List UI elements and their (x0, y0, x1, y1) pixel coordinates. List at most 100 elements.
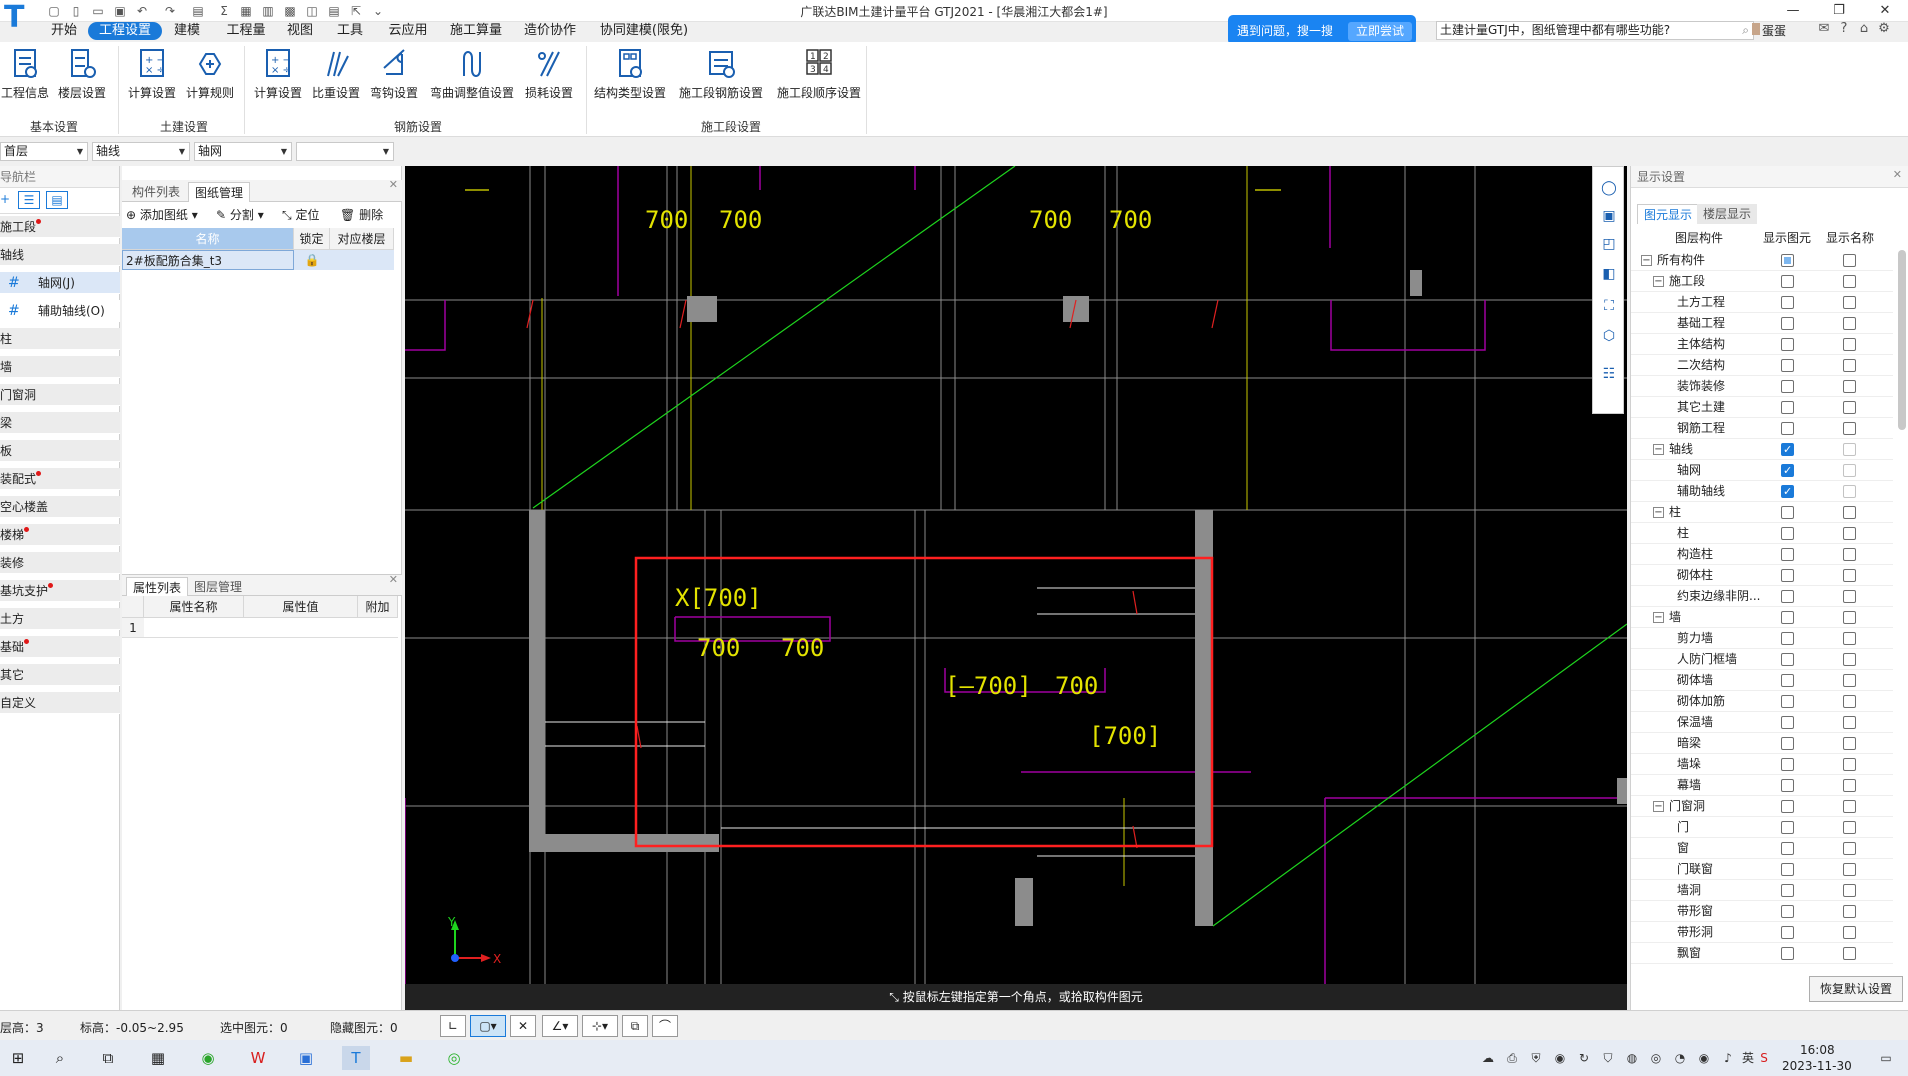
shield-icon[interactable]: ⛨ (1528, 1050, 1544, 1066)
show-element-checkbox[interactable] (1781, 317, 1794, 330)
tab-cost-collab[interactable]: 造价协作 (520, 22, 580, 40)
user-name[interactable]: 蛋蛋 (1762, 22, 1786, 39)
show-name-checkbox[interactable] (1843, 821, 1856, 834)
show-element-checkbox[interactable] (1781, 359, 1794, 372)
nav-item[interactable]: 自定义 (0, 692, 120, 714)
show-element-checkbox[interactable] (1781, 842, 1794, 855)
show-name-checkbox[interactable] (1843, 779, 1856, 792)
tab-tools[interactable]: 工具 (334, 22, 366, 40)
show-name-checkbox[interactable] (1843, 611, 1856, 624)
network-icon[interactable]: ◔ (1672, 1050, 1688, 1066)
cloud-icon[interactable]: ☁ (1480, 1050, 1496, 1066)
col-floor[interactable]: 对应楼层 (330, 228, 394, 250)
show-element-checkbox[interactable] (1781, 947, 1794, 960)
nav-item[interactable]: 梁 (0, 412, 120, 434)
perspective-icon[interactable]: ◧ (1599, 263, 1619, 285)
col-name[interactable]: 名称 (122, 228, 294, 250)
show-element-checkbox[interactable] (1781, 506, 1794, 519)
civil-calc-settings-button[interactable]: + − × ÷ 计算设置 (126, 42, 178, 104)
tree-row[interactable]: 剪力墙 (1631, 628, 1893, 649)
nav-item[interactable]: 墙 (0, 356, 120, 378)
show-name-checkbox[interactable] (1843, 527, 1856, 540)
nav-item[interactable]: 土方 (0, 608, 120, 630)
show-name-checkbox[interactable] (1843, 884, 1856, 897)
show-name-checkbox[interactable] (1843, 401, 1856, 414)
project-info-button[interactable]: 工程信息 (0, 42, 50, 104)
display-settings-icon[interactable]: ☷ (1599, 363, 1619, 385)
3d-view-icon[interactable]: ⬡ (1599, 325, 1619, 347)
close-icon[interactable]: ✕ (1893, 168, 1902, 181)
select-mode-icon[interactable]: ▢▾ (470, 1015, 506, 1037)
show-element-checkbox[interactable] (1781, 863, 1794, 876)
search-icon[interactable]: ⌕ (1742, 22, 1749, 39)
clock-time[interactable]: 16:08 (1800, 1043, 1835, 1057)
loss-settings-button[interactable]: 损耗设置 (524, 42, 574, 104)
tree-row[interactable]: 柱 (1631, 523, 1893, 544)
wechat-icon[interactable]: ◎ (440, 1046, 468, 1070)
cross-select-icon[interactable]: ✕ (510, 1015, 536, 1037)
show-element-checkbox[interactable] (1781, 884, 1794, 897)
tree-row[interactable]: 约束边缘非阴... (1631, 586, 1893, 607)
structure-type-button[interactable]: 结构类型设置 (592, 42, 668, 104)
split-button[interactable]: ✎ 分割 ▾ (216, 204, 264, 226)
show-name-checkbox[interactable] (1843, 485, 1856, 498)
show-element-checkbox[interactable] (1781, 821, 1794, 834)
show-name-checkbox[interactable] (1843, 737, 1856, 750)
collapse-icon[interactable]: − (1653, 444, 1664, 455)
nav-item[interactable]: 轴线 (0, 244, 120, 266)
bend-adjust-button[interactable]: 弯曲调整值设置 (426, 42, 518, 104)
nav-item[interactable]: 柱 (0, 328, 120, 350)
list-view-icon[interactable]: ☰ (18, 191, 40, 209)
tab-project-settings[interactable]: 工程设置 (88, 22, 162, 40)
tab-property-list[interactable]: 属性列表 (126, 577, 189, 597)
weight-settings-button[interactable]: 比重设置 (310, 42, 362, 104)
show-name-checkbox[interactable] (1843, 296, 1856, 309)
tree-row[interactable]: 其它土建 (1631, 397, 1893, 418)
tab-start[interactable]: 开始 (46, 22, 82, 40)
tree-row[interactable]: 人防门框墙 (1631, 649, 1893, 670)
tree-row[interactable]: 二次结构 (1631, 355, 1893, 376)
restore-defaults-button[interactable]: 恢复默认设置 (1809, 976, 1903, 1002)
plus-icon[interactable]: + (0, 192, 10, 206)
2d-3d-toggle-icon[interactable]: ▣ (1599, 205, 1619, 227)
tree-row[interactable]: 保温墙 (1631, 712, 1893, 733)
search-icon[interactable]: ⌕ (46, 1046, 74, 1070)
show-name-checkbox[interactable] (1843, 422, 1856, 435)
browser-icon[interactable]: ◉ (194, 1046, 222, 1070)
fit-view-icon[interactable]: ⛶ (1599, 295, 1619, 317)
show-element-checkbox[interactable] (1781, 422, 1794, 435)
show-element-checkbox[interactable] (1781, 695, 1794, 708)
tab-quantity[interactable]: 工程量 (222, 22, 270, 40)
copy-icon[interactable]: ⧉ (622, 1015, 648, 1037)
floor-settings-button[interactable]: 楼层设置 (56, 42, 108, 104)
nav-item[interactable]: 施工段 (0, 216, 120, 238)
tree-row[interactable]: 轴网 (1631, 460, 1893, 481)
ortho-icon[interactable]: ∟ (440, 1015, 466, 1037)
hook-settings-button[interactable]: 弯钩设置 (368, 42, 420, 104)
close-button[interactable]: ✕ (1862, 0, 1908, 22)
show-name-checkbox[interactable] (1843, 443, 1856, 456)
nav-item[interactable]: # 辅助轴线(O) (0, 300, 120, 322)
nav-item[interactable]: 基坑支护 (0, 580, 120, 602)
snap-icon[interactable]: ⊹▾ (582, 1015, 618, 1037)
show-name-checkbox[interactable] (1843, 464, 1856, 477)
nav-item[interactable]: 装修 (0, 552, 120, 574)
nav-item[interactable]: 基础 (0, 636, 120, 658)
tree-row[interactable]: 带形窗 (1631, 901, 1893, 922)
show-element-checkbox[interactable] (1781, 527, 1794, 540)
add-drawing-button[interactable]: ⊕ 添加图纸 ▾ (126, 204, 198, 226)
show-name-checkbox[interactable] (1843, 359, 1856, 372)
tree-row[interactable]: − 墙 (1631, 607, 1893, 628)
show-name-checkbox[interactable] (1843, 590, 1856, 603)
show-name-checkbox[interactable] (1843, 905, 1856, 918)
tree-row[interactable]: 带形洞 (1631, 922, 1893, 943)
tree-row[interactable]: 装饰装修 (1631, 376, 1893, 397)
task-view-icon[interactable]: ⧉ (94, 1046, 122, 1070)
show-element-checkbox[interactable] (1781, 481, 1794, 502)
tree-row[interactable]: − 施工段 (1631, 271, 1893, 292)
tree-row[interactable]: 门联窗 (1631, 859, 1893, 880)
locate-button[interactable]: ⤡ 定位 (282, 204, 319, 226)
lock-icon[interactable]: 🔒 (294, 250, 330, 270)
show-name-checkbox[interactable] (1843, 254, 1856, 267)
gtj-app-icon[interactable]: T (342, 1046, 370, 1070)
